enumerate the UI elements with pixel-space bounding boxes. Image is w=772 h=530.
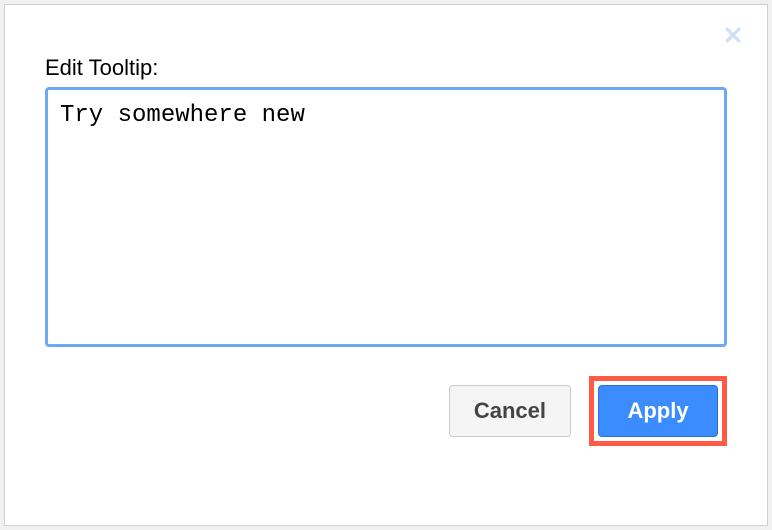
edit-tooltip-dialog: Edit Tooltip: Cancel Apply	[4, 4, 768, 526]
apply-highlight: Apply	[589, 376, 727, 446]
tooltip-textarea[interactable]	[45, 87, 727, 347]
button-row: Cancel Apply	[45, 376, 727, 446]
apply-button[interactable]: Apply	[598, 385, 718, 437]
cancel-button[interactable]: Cancel	[449, 385, 571, 437]
tooltip-label: Edit Tooltip:	[45, 55, 727, 81]
close-icon[interactable]	[721, 23, 745, 47]
